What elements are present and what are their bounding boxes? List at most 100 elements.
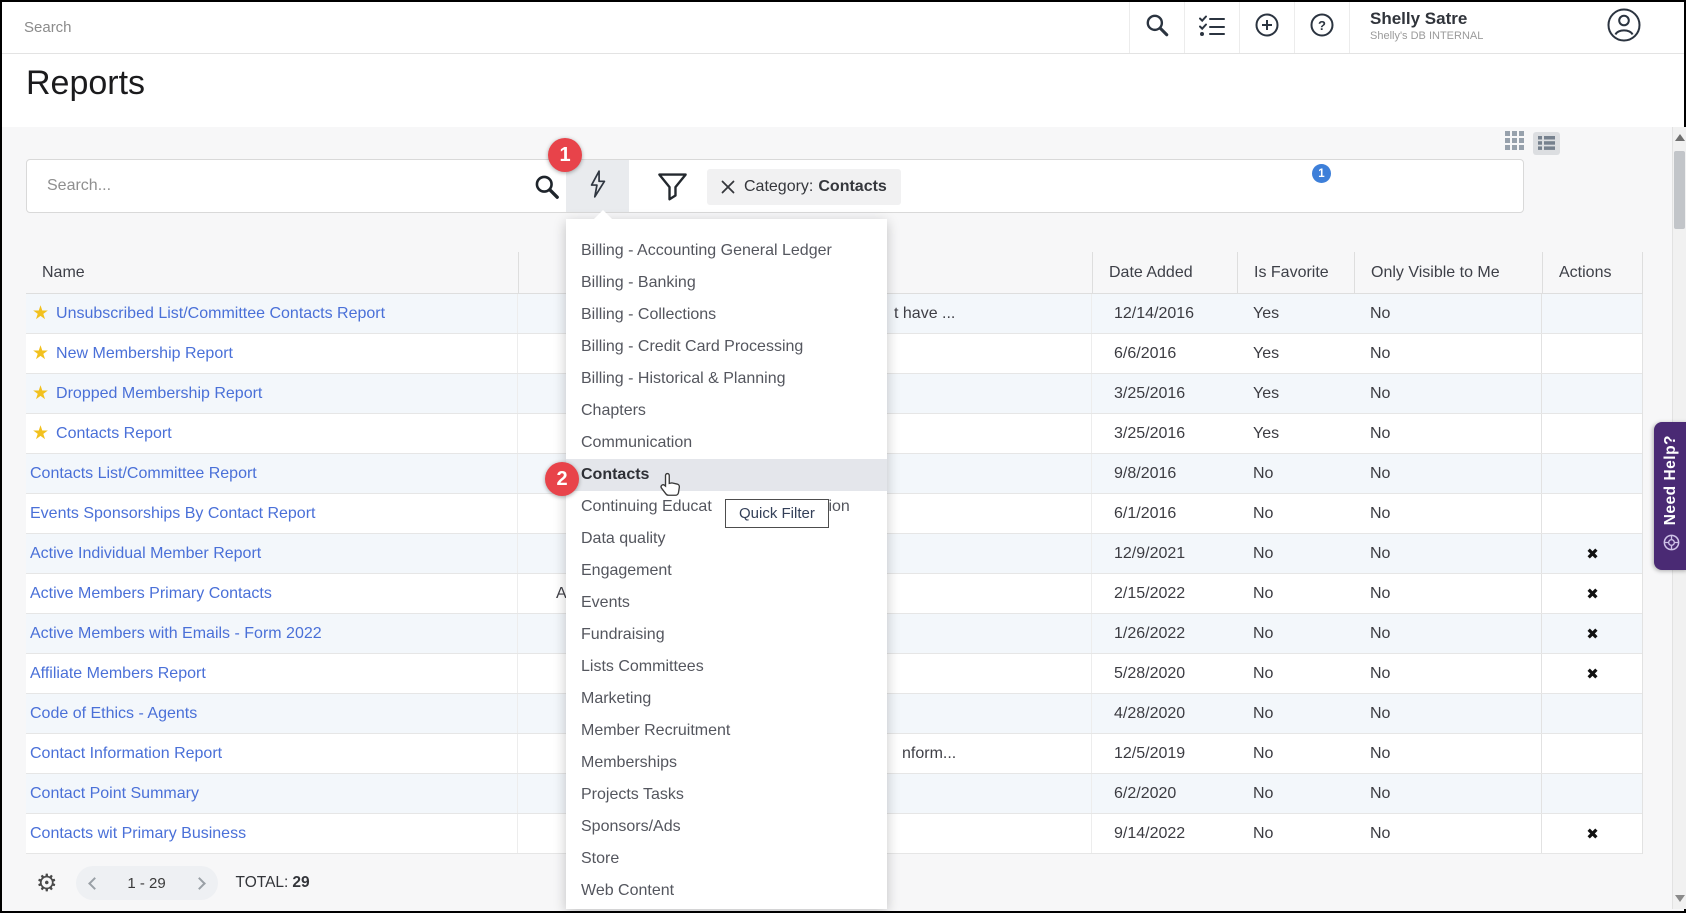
menu-item-chapters[interactable]: Chapters (566, 395, 887, 427)
date-added-cell: 2/15/2022 (1092, 574, 1237, 613)
search-icon[interactable] (533, 173, 560, 205)
remove-report-icon[interactable]: ✖ (1586, 545, 1599, 563)
annotation-step-1-badge: 1 (548, 138, 582, 172)
report-search-input[interactable] (45, 161, 505, 211)
is-favorite-cell: Yes (1237, 294, 1354, 333)
menu-item-billing-collections[interactable]: Billing - Collections (566, 299, 887, 331)
actions-cell (1542, 334, 1643, 373)
help-button[interactable]: ? (1294, 2, 1349, 53)
remove-report-icon[interactable]: ✖ (1586, 665, 1599, 683)
chip-close-icon[interactable] (721, 180, 735, 194)
quick-filter-tooltip: Quick Filter (725, 499, 829, 528)
actions-cell: ✖ (1542, 614, 1643, 653)
menu-item-memberships[interactable]: Memberships (566, 747, 887, 779)
is-favorite-cell: No (1237, 814, 1354, 853)
menu-item-events[interactable]: Events (566, 587, 887, 619)
favorite-star-icon[interactable]: ★ (32, 384, 49, 403)
menu-item-web-content[interactable]: Web Content (566, 875, 887, 907)
category-filter-chip[interactable]: Category:Contacts (707, 169, 901, 205)
report-link[interactable]: Contact Point Summary (30, 785, 199, 803)
actions-cell (1542, 414, 1643, 453)
add-button[interactable] (1239, 2, 1294, 53)
menu-item-projects-tasks[interactable]: Projects Tasks (566, 779, 887, 811)
menu-item-billing-historical-planning[interactable]: Billing - Historical & Planning (566, 363, 887, 395)
column-header-only-visible-to-me[interactable]: Only Visible to Me (1354, 252, 1542, 293)
report-link[interactable]: Contacts Report (56, 425, 172, 443)
need-help-tab[interactable]: Need Help? (1654, 422, 1686, 570)
scrollbar-thumb[interactable] (1674, 151, 1685, 229)
menu-item-sponsors-ads[interactable]: Sponsors/Ads (566, 811, 887, 843)
is-favorite-cell: No (1237, 694, 1354, 733)
menu-item-marketing[interactable]: Marketing (566, 683, 887, 715)
column-header-is-favorite[interactable]: Is Favorite (1237, 252, 1354, 293)
actions-cell: ✖ (1542, 654, 1643, 693)
report-link[interactable]: Active Members Primary Contacts (30, 585, 272, 603)
list-view-toggle[interactable] (1533, 132, 1560, 155)
favorite-star-icon[interactable]: ★ (32, 344, 49, 363)
search-button[interactable] (1129, 2, 1184, 53)
remove-report-icon[interactable]: ✖ (1586, 825, 1599, 843)
grid-view-toggle[interactable] (1505, 131, 1524, 155)
menu-item-engagement[interactable]: Engagement (566, 555, 887, 587)
menu-item-lists-committees[interactable]: Lists Committees (566, 651, 887, 683)
tasks-button[interactable] (1184, 2, 1239, 53)
search-icon (1144, 12, 1170, 43)
plus-circle-icon (1254, 12, 1280, 43)
date-added-cell: 9/14/2022 (1092, 814, 1237, 853)
filter-button[interactable]: 1 (657, 172, 688, 206)
report-link[interactable]: Contacts wit Primary Business (30, 825, 246, 843)
is-favorite-cell: Yes (1237, 374, 1354, 413)
date-added-cell: 4/28/2020 (1092, 694, 1237, 733)
report-link[interactable]: Events Sponsorships By Contact Report (30, 505, 315, 523)
menu-item-store[interactable]: Store (566, 843, 887, 875)
scroll-up-arrow-icon[interactable] (1675, 134, 1685, 141)
date-added-cell: 9/8/2016 (1092, 454, 1237, 493)
only-visible-cell: No (1354, 494, 1542, 533)
remove-report-icon[interactable]: ✖ (1586, 585, 1599, 603)
report-link[interactable]: Unsubscribed List/Committee Contacts Rep… (56, 305, 385, 323)
menu-item-fundraising[interactable]: Fundraising (566, 619, 887, 651)
menu-item-billing-credit-card-processing[interactable]: Billing - Credit Card Processing (566, 331, 887, 363)
next-page-chevron-icon[interactable] (193, 877, 206, 890)
remove-report-icon[interactable]: ✖ (1586, 625, 1599, 643)
column-header-name[interactable]: Name (26, 252, 518, 293)
user-menu[interactable]: Shelly Satre Shelly's DB INTERNAL (1349, 2, 1564, 53)
report-link[interactable]: Contacts List/Committee Report (30, 465, 257, 483)
menu-item-member-recruitment[interactable]: Member Recruitment (566, 715, 887, 747)
actions-cell (1542, 774, 1643, 813)
report-link[interactable]: Dropped Membership Report (56, 385, 262, 403)
menu-item-contacts[interactable]: Contacts (566, 459, 887, 491)
report-link[interactable]: Active Individual Member Report (30, 545, 261, 563)
date-added-cell: 3/25/2016 (1092, 374, 1237, 413)
favorite-star-icon[interactable]: ★ (32, 424, 49, 443)
only-visible-cell: No (1354, 734, 1542, 773)
global-search-input[interactable] (2, 2, 1129, 53)
favorite-star-icon[interactable]: ★ (32, 304, 49, 323)
report-link[interactable]: Affiliate Members Report (30, 665, 206, 683)
report-name-cell: Code of Ethics - Agents (26, 694, 518, 733)
menu-item-billing-banking[interactable]: Billing - Banking (566, 267, 887, 299)
prev-page-chevron-icon[interactable] (88, 877, 101, 890)
page-title: Reports (26, 64, 145, 103)
report-name-cell: Contacts List/Committee Report (26, 454, 518, 493)
menu-item-communication[interactable]: Communication (566, 427, 887, 459)
report-link[interactable]: Code of Ethics - Agents (30, 705, 197, 723)
only-visible-cell: No (1354, 414, 1542, 453)
only-visible-cell: No (1354, 614, 1542, 653)
avatar-button[interactable] (1564, 2, 1684, 53)
report-name-cell: ★ New Membership Report (26, 334, 518, 373)
need-help-label: Need Help? (1662, 435, 1680, 525)
column-header-date-added[interactable]: Date Added (1092, 252, 1237, 293)
column-header-actions[interactable]: Actions (1542, 252, 1643, 293)
scroll-down-arrow-icon[interactable] (1675, 895, 1685, 902)
funnel-icon (657, 188, 688, 205)
actions-cell: ✖ (1542, 814, 1643, 853)
menu-item-billing-accounting-general-ledger[interactable]: Billing - Accounting General Ledger (566, 235, 887, 267)
report-link[interactable]: Active Members with Emails - Form 2022 (30, 625, 322, 643)
report-name-cell: Active Members Primary Contacts (26, 574, 518, 613)
category-menu: Billing - Accounting General LedgerBilli… (566, 219, 887, 909)
report-link[interactable]: Contact Information Report (30, 745, 222, 763)
report-link[interactable]: New Membership Report (56, 345, 233, 363)
filter-count-badge: 1 (1312, 164, 1331, 183)
settings-gear-icon[interactable]: ⚙ (36, 869, 58, 898)
